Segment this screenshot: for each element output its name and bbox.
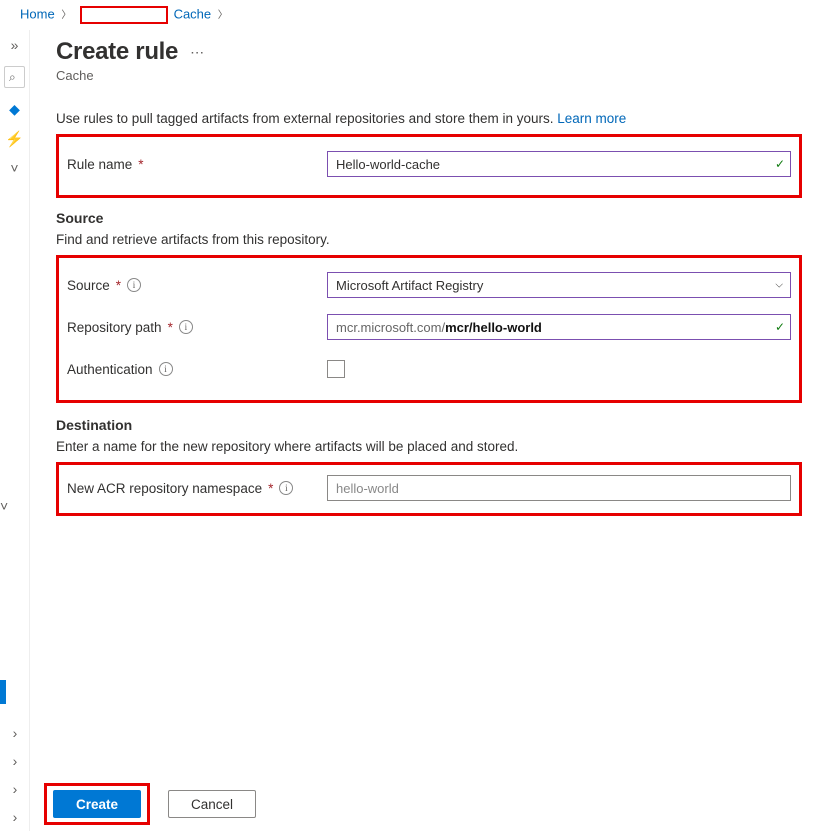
destination-subtext: Enter a name for the new repository wher… — [56, 439, 802, 454]
nav-group-chevron[interactable]: ˅ — [0, 154, 29, 182]
page-title: Create rule — [56, 38, 178, 66]
search-icon: ⌕ — [9, 70, 16, 85]
breadcrumb: Home 〉 Cache 〉 — [0, 0, 822, 28]
info-icon[interactable]: i — [159, 362, 173, 376]
chevron-right-icon: 〉 — [61, 10, 71, 21]
required-marker: * — [138, 157, 143, 172]
info-icon[interactable]: i — [279, 481, 293, 495]
breadcrumb-cache[interactable]: Cache — [174, 6, 212, 21]
intro-text: Use rules to pull tagged artifacts from … — [56, 111, 802, 126]
left-nav-rail: » ⌕ ◆ ⚡ ˅ ˅ › › › › — [0, 30, 30, 831]
required-marker: * — [116, 278, 121, 293]
repository-path-label: Repository path * i — [67, 320, 327, 335]
cancel-button[interactable]: Cancel — [168, 790, 256, 818]
footer-actions: Create Cancel — [34, 777, 822, 831]
nav-search-input[interactable]: ⌕ — [4, 66, 25, 88]
nav-selected-indicator — [0, 680, 6, 704]
breadcrumb-home[interactable]: Home — [20, 6, 55, 21]
required-marker: * — [268, 481, 273, 496]
required-marker: * — [168, 320, 173, 335]
valid-check-icon: ✓ — [775, 320, 785, 334]
source-select[interactable]: Microsoft Artifact Registry — [327, 272, 791, 298]
highlight-source: Source * i Microsoft Artifact Registry ⌵… — [56, 255, 802, 403]
rule-name-input[interactable]: Hello-world-cache — [327, 151, 791, 177]
rule-name-label: Rule name * — [67, 157, 327, 172]
source-label: Source * i — [67, 278, 327, 293]
chevron-right-icon: 〉 — [218, 10, 228, 21]
chevron-down-icon: ⌵ — [775, 280, 783, 291]
authentication-label: Authentication i — [67, 362, 327, 377]
destination-heading: Destination — [56, 417, 802, 433]
highlight-rule-name: Rule name * Hello-world-cache ✓ — [56, 134, 802, 198]
nav-overview-icon[interactable]: ◆ — [0, 94, 29, 124]
breadcrumb-redacted — [80, 6, 168, 24]
valid-check-icon: ✓ — [775, 157, 785, 171]
repository-path-input[interactable]: mcr.microsoft.com/mcr/hello-world — [327, 314, 791, 340]
highlight-create-button: Create — [44, 783, 150, 825]
main-panel: Create rule ⋯ Cache Use rules to pull ta… — [34, 30, 822, 831]
source-heading: Source — [56, 210, 802, 226]
nav-group-chevron[interactable]: › — [0, 803, 30, 831]
page-subtitle: Cache — [56, 68, 802, 83]
authentication-checkbox[interactable] — [327, 360, 345, 378]
acr-namespace-input[interactable]: hello-world — [327, 475, 791, 501]
nav-quickstart-icon[interactable]: ⚡ — [0, 124, 29, 154]
nav-group-chevron[interactable]: › — [0, 775, 30, 803]
info-icon[interactable]: i — [127, 278, 141, 292]
source-subtext: Find and retrieve artifacts from this re… — [56, 232, 802, 247]
nav-group-chevron[interactable]: › — [0, 719, 30, 747]
collapse-nav-button[interactable]: » — [0, 30, 29, 60]
acr-namespace-label: New ACR repository namespace * i — [67, 481, 327, 496]
nav-group-chevron[interactable]: › — [0, 747, 30, 775]
create-button[interactable]: Create — [53, 790, 141, 818]
more-actions-icon[interactable]: ⋯ — [190, 44, 205, 61]
highlight-destination: New ACR repository namespace * i hello-w… — [56, 462, 802, 516]
nav-group-chevron[interactable]: ˅ — [0, 492, 8, 520]
info-icon[interactable]: i — [179, 320, 193, 334]
learn-more-link[interactable]: Learn more — [557, 111, 626, 126]
